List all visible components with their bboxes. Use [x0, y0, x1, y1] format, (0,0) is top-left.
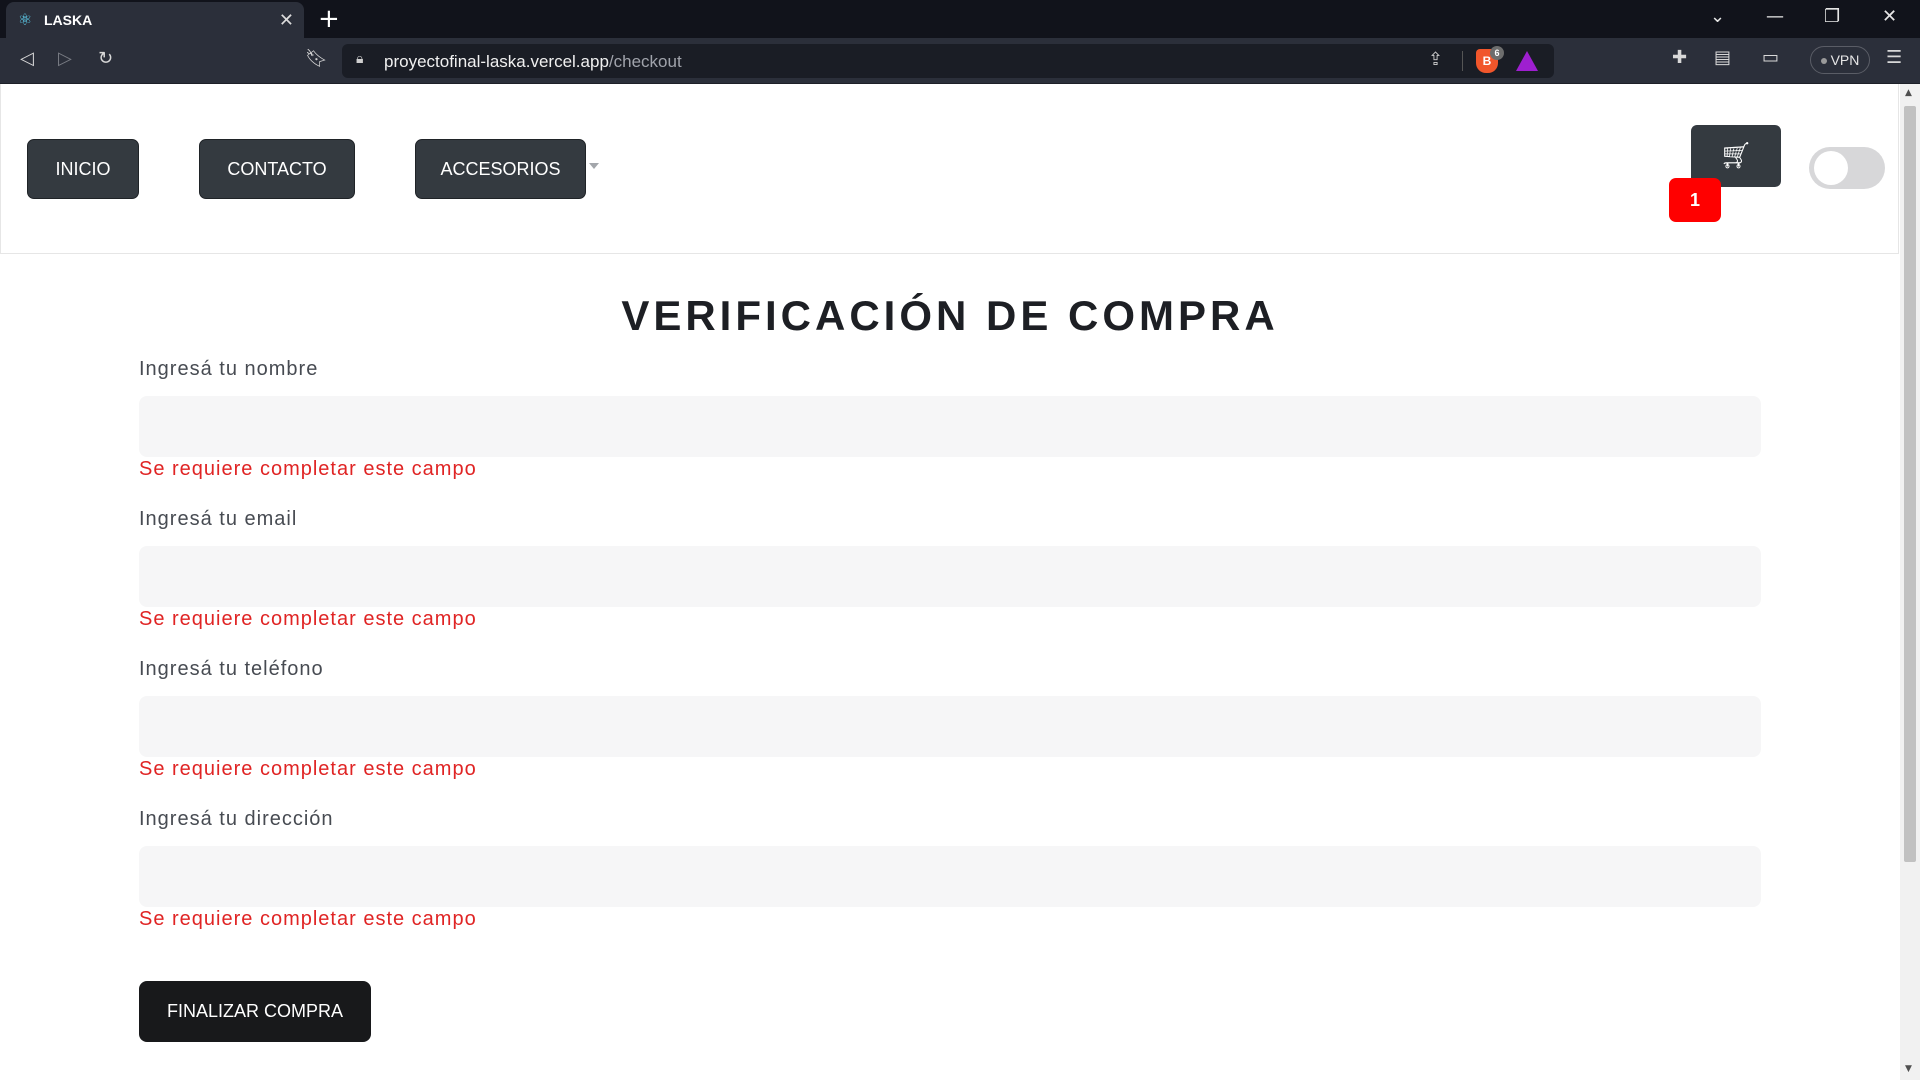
name-input[interactable] [139, 396, 1761, 457]
scroll-up-arrow-icon[interactable]: ▲ [1905, 88, 1912, 98]
page-scrollbar[interactable]: ▲ ▼ [1900, 84, 1920, 1080]
divider [1462, 51, 1463, 71]
cart-count-badge: 1 [1669, 178, 1721, 222]
close-window-icon[interactable]: ✕ [1882, 6, 1897, 27]
browser-tab[interactable]: ⚛ LASKA ✕ [6, 2, 304, 38]
restore-icon[interactable]: ❐ [1824, 6, 1840, 27]
vpn-status-dot [1820, 58, 1827, 65]
scroll-down-arrow-icon[interactable]: ▼ [1905, 1064, 1912, 1074]
react-favicon-icon: ⚛ [17, 10, 33, 29]
email-input[interactable] [139, 546, 1761, 607]
browser-toolbar: ◁ ▷ ↻ 🔖︎ 🔒︎ proyectofinal-laska.vercel.a… [0, 38, 1920, 84]
accesorios-dropdown-caret-icon[interactable] [589, 163, 599, 169]
new-tab-button[interactable]: + [318, 4, 340, 34]
nav-inicio-button[interactable]: INICIO [27, 139, 139, 199]
lock-icon: 🔒︎ [356, 51, 364, 67]
vpn-button[interactable]: VPN [1810, 46, 1870, 74]
nav-accesorios-button[interactable]: ACCESORIOS [415, 139, 586, 199]
bookmark-icon[interactable]: 🔖︎ [305, 48, 328, 69]
share-icon[interactable]: ⇪ [1428, 49, 1443, 70]
forward-icon[interactable]: ▷ [58, 48, 72, 69]
site-navbar: INICIO CONTACTO ACCESORIOS 🛒︎ 1 [0, 84, 1899, 254]
shields-count-badge: 6 [1490, 46, 1504, 60]
sidebar-icon[interactable]: ▤ [1714, 47, 1731, 68]
name-error: Se requiere completar este campo [139, 458, 477, 480]
brave-shields-icon[interactable]: B6 [1476, 46, 1504, 73]
reload-icon[interactable]: ↻ [98, 48, 113, 69]
name-label: Ingresá tu nombre [139, 358, 319, 380]
brave-rewards-icon[interactable] [1516, 51, 1538, 71]
page-title: VERIFICACIÓN DE COMPRA [621, 292, 1279, 339]
address-label: Ingresá tu dirección [139, 808, 334, 830]
url-text[interactable]: proyectofinal-laska.vercel.app/checkout [384, 52, 682, 72]
minimize-icon[interactable]: — [1766, 6, 1784, 27]
address-error: Se requiere completar este campo [139, 908, 477, 930]
wallet-icon[interactable]: ▭ [1762, 47, 1779, 68]
page-viewport: INICIO CONTACTO ACCESORIOS 🛒︎ 1 VERIFICA… [0, 84, 1900, 1080]
tab-search-chevron-icon[interactable]: ⌄ [1710, 6, 1725, 27]
theme-toggle[interactable] [1809, 147, 1885, 189]
phone-label: Ingresá tu teléfono [139, 658, 324, 680]
cart-icon: 🛒︎ [1719, 141, 1753, 171]
menu-icon[interactable]: ☰ [1886, 47, 1902, 68]
back-icon[interactable]: ◁ [20, 48, 34, 69]
vpn-label: VPN [1830, 52, 1860, 68]
browser-tab-strip: ⚛ LASKA ✕ + ⌄ — ❐ ✕ [0, 0, 1920, 38]
address-input[interactable] [139, 846, 1761, 907]
email-label: Ingresá tu email [139, 508, 298, 530]
extensions-icon[interactable]: ✚ [1672, 47, 1687, 68]
phone-input[interactable] [139, 696, 1761, 757]
phone-error: Se requiere completar este campo [139, 758, 477, 780]
email-error: Se requiere completar este campo [139, 608, 477, 630]
url-host: proyectofinal-laska.vercel.app [384, 52, 609, 71]
toggle-knob [1814, 151, 1848, 185]
url-path: /checkout [608, 52, 682, 71]
finalizar-compra-button[interactable]: FINALIZAR COMPRA [139, 981, 371, 1042]
tab-title: LASKA [44, 12, 93, 28]
scrollbar-thumb[interactable] [1904, 106, 1916, 862]
close-tab-icon[interactable]: ✕ [279, 10, 294, 31]
nav-contacto-button[interactable]: CONTACTO [199, 139, 355, 199]
address-bar[interactable]: 🔒︎ proyectofinal-laska.vercel.app/checko… [342, 44, 1554, 78]
